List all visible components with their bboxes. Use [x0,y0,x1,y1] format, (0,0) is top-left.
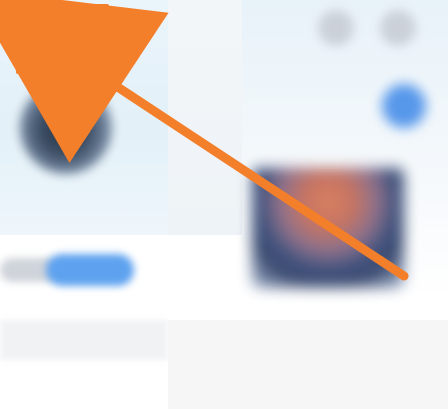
toggle-active-pill[interactable] [46,254,134,286]
top-action-button-2[interactable] [380,10,416,46]
left-bottom-bar [0,320,168,360]
cover-image [252,168,404,288]
highlight-box [16,4,109,74]
right-header [168,0,242,235]
floating-action-button[interactable] [382,84,426,128]
right-panel [168,0,448,320]
toggle-area [0,248,168,292]
profile-avatar[interactable] [20,82,112,174]
right-bottom-area [168,320,448,409]
top-action-button-1[interactable] [318,10,354,46]
